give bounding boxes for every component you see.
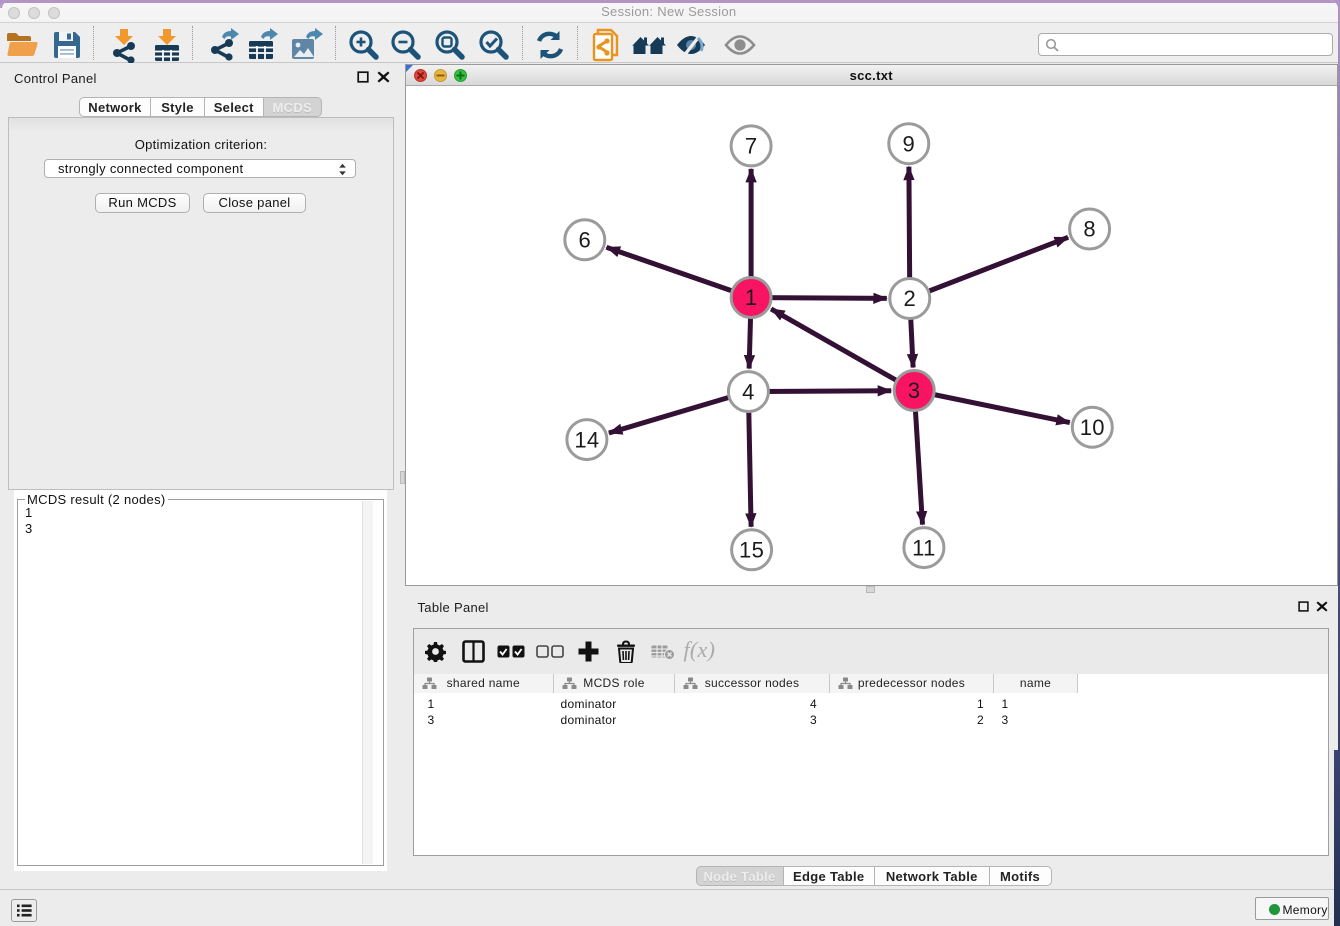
svg-text:9: 9: [902, 131, 915, 156]
svg-text:3: 3: [907, 378, 920, 403]
svg-text:7: 7: [744, 134, 757, 159]
svg-text:4: 4: [742, 379, 755, 404]
svg-text:11: 11: [912, 535, 935, 560]
svg-text:6: 6: [578, 228, 591, 253]
svg-text:10: 10: [1079, 415, 1104, 440]
svg-text:8: 8: [1083, 217, 1096, 242]
svg-text:2: 2: [903, 286, 916, 311]
svg-text:15: 15: [739, 538, 764, 563]
svg-text:1: 1: [744, 285, 757, 310]
svg-text:14: 14: [574, 427, 599, 452]
